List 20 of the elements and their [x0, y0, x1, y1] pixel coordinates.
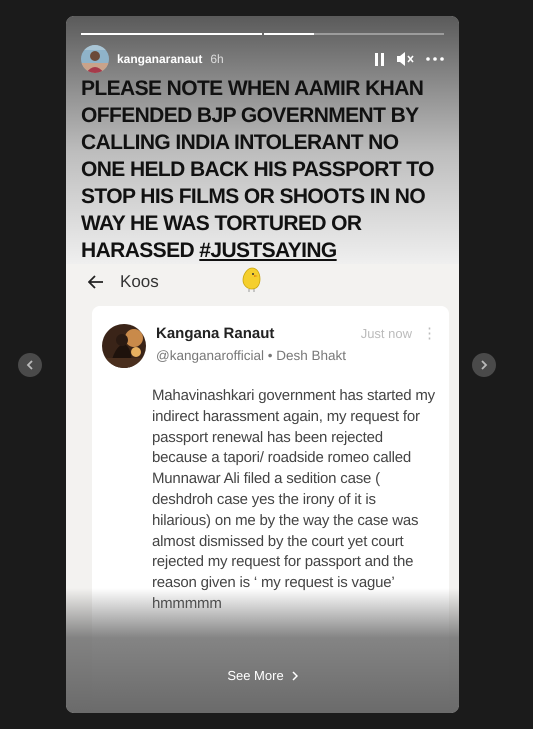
post-text: Mahavinashkari government has started my indirect harassment again, my request for passport renewal has been rejected because a tapori/ roadside romeo called Munnawar Ali filed a sedition case ( deshdroh case yes the irony of it is hilarious) on me by the way the case was almost dismissed by the court yet court rejected my request for passport and the reason given is ‘ my request is vague’ hmmmmm — [152, 386, 436, 614]
hashtag-link[interactable]: #JUSTSAYING — [199, 239, 337, 262]
timestamp: 6h — [210, 52, 224, 66]
back-arrow-icon[interactable] — [88, 275, 104, 289]
chevron-right-icon — [292, 670, 298, 680]
author-name: Kangana Ranaut — [156, 324, 274, 342]
chick-icon — [240, 266, 263, 294]
next-button[interactable] — [472, 352, 496, 376]
chevron-left-icon — [26, 360, 34, 370]
see-more-button[interactable]: See More — [227, 668, 298, 683]
chevron-right-icon — [480, 360, 488, 370]
more-icon[interactable] — [426, 57, 444, 61]
story-caption: PLEASE NOTE WHEN AAMIR KHAN OFFENDED BJP GOVERNMENT BY CALLING INDIA INTOLERANT NO ONE HELD BACK HIS PASSPORT TO STOP HIS FILMS OR SHOOTS IN NO WAY HE WAS TORTURED OR HARASSED #JUSTSAYING — [81, 76, 435, 264]
author-handle: @kanganarofficial • Desh Bhakt — [156, 348, 348, 363]
pause-icon[interactable] — [375, 52, 385, 66]
screen-title: Koos — [120, 272, 159, 292]
post-time: Just now — [360, 326, 412, 340]
username-link[interactable]: kanganaranaut — [117, 52, 202, 66]
mute-icon[interactable] — [397, 52, 414, 66]
previous-button[interactable] — [18, 352, 42, 376]
